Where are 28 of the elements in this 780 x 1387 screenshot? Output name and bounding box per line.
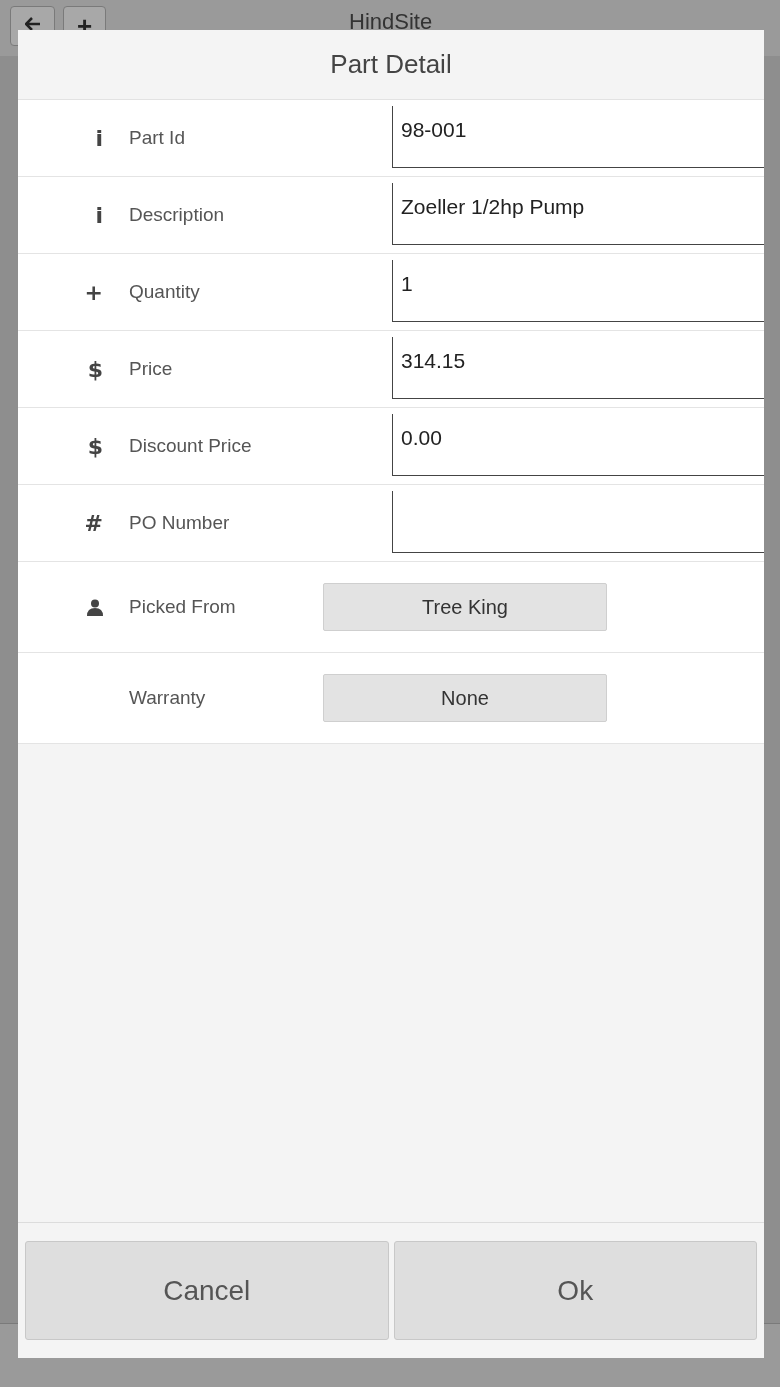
field-icon: i (95, 121, 103, 155)
field-icon: i (95, 198, 103, 232)
ok-button[interactable]: Ok (393, 1241, 757, 1340)
input-field[interactable]: Zoeller 1/2hp Pump (392, 183, 764, 245)
field-icon: + (84, 275, 103, 309)
field-icon: $ (87, 429, 103, 463)
input-field[interactable]: 98-001 (392, 106, 764, 168)
field-label: Part Id (129, 125, 186, 150)
person-icon (87, 598, 103, 616)
field-label: Quantity (129, 279, 201, 304)
field-icon: # (84, 506, 103, 540)
back-arrow-icon (24, 17, 41, 31)
input-field[interactable]: 0.00 (392, 414, 764, 476)
input-field[interactable] (392, 491, 764, 553)
field-label: Price (129, 356, 174, 381)
app-title: HindSite (349, 9, 433, 35)
field-label: Description (129, 202, 226, 227)
picker-button[interactable]: Tree King (323, 583, 607, 631)
input-field[interactable]: 1 (392, 260, 764, 322)
picker-button[interactable]: None (323, 674, 607, 722)
field-label: Warranty (129, 685, 207, 710)
field-label: PO Number (129, 510, 231, 535)
dialog-title: Part Detail (330, 48, 452, 81)
cancel-button[interactable]: Cancel (25, 1241, 389, 1340)
input-field[interactable]: 314.15 (392, 337, 764, 399)
field-label: Picked From (129, 594, 237, 619)
field-icon: $ (87, 352, 103, 386)
field-label: Discount Price (129, 433, 253, 458)
